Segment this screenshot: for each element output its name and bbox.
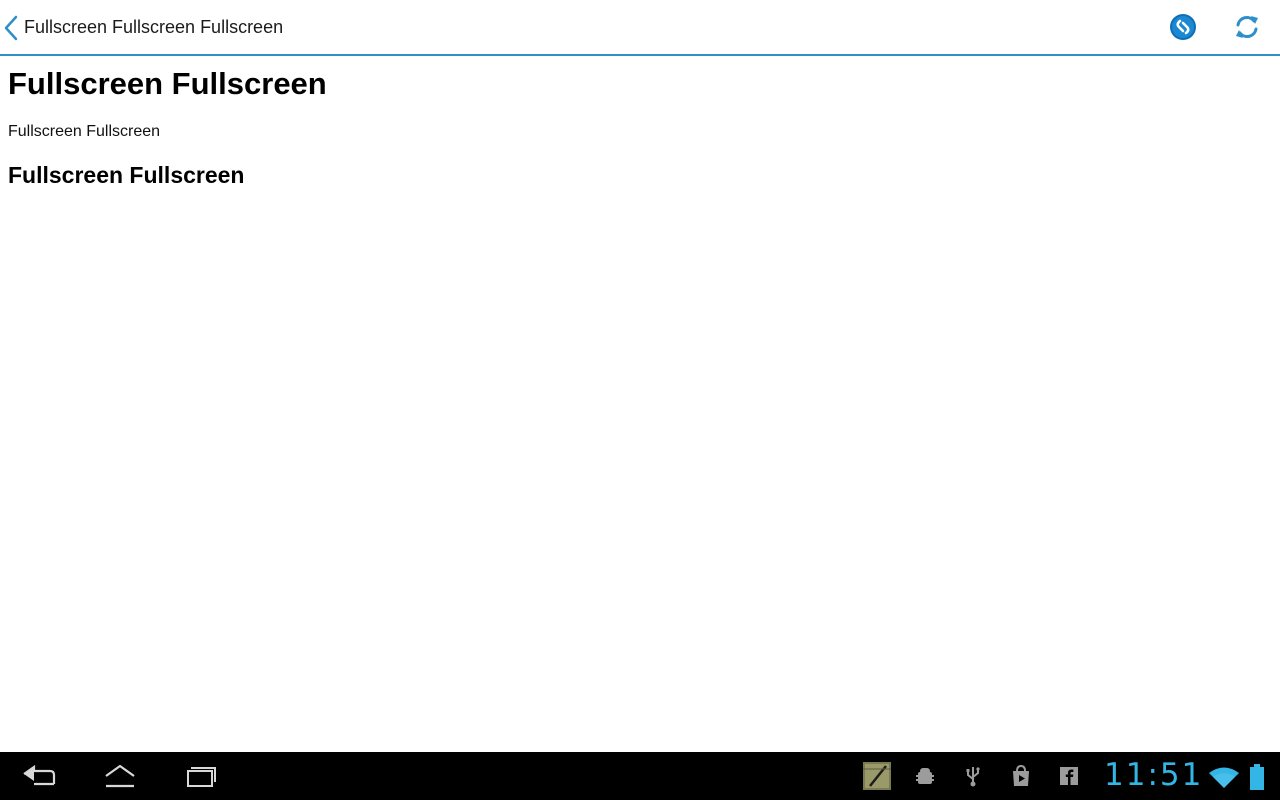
usb-icon[interactable]	[961, 764, 985, 788]
action-bar: Fullscreen Fullscreen Fullscreen	[0, 0, 1280, 56]
page-heading: Fullscreen Fullscreen	[8, 66, 327, 101]
app-screen: Fullscreen Fullscreen Fullscreen Fullscr…	[0, 0, 1280, 800]
system-bar: 11:51	[0, 752, 1280, 800]
action-bar-title: Fullscreen Fullscreen Fullscreen	[24, 17, 284, 37]
battery-icon[interactable]	[1250, 764, 1264, 790]
facebook-icon[interactable]	[1057, 764, 1081, 788]
recent-apps-icon[interactable]	[180, 762, 220, 790]
shazam-icon[interactable]	[1168, 12, 1198, 42]
chevron-left-icon[interactable]	[3, 15, 19, 41]
notes-app-icon[interactable]	[862, 761, 892, 791]
wifi-icon[interactable]	[1208, 766, 1240, 790]
refresh-icon[interactable]	[1232, 12, 1262, 42]
android-debug-icon[interactable]	[913, 764, 937, 788]
page-paragraph: Fullscreen Fullscreen	[8, 123, 161, 140]
back-icon[interactable]	[20, 762, 60, 790]
play-store-icon[interactable]	[1009, 764, 1033, 788]
home-icon[interactable]	[100, 762, 140, 790]
status-clock[interactable]: 11:51	[1104, 757, 1203, 793]
page-subheading: Fullscreen Fullscreen	[8, 162, 245, 188]
